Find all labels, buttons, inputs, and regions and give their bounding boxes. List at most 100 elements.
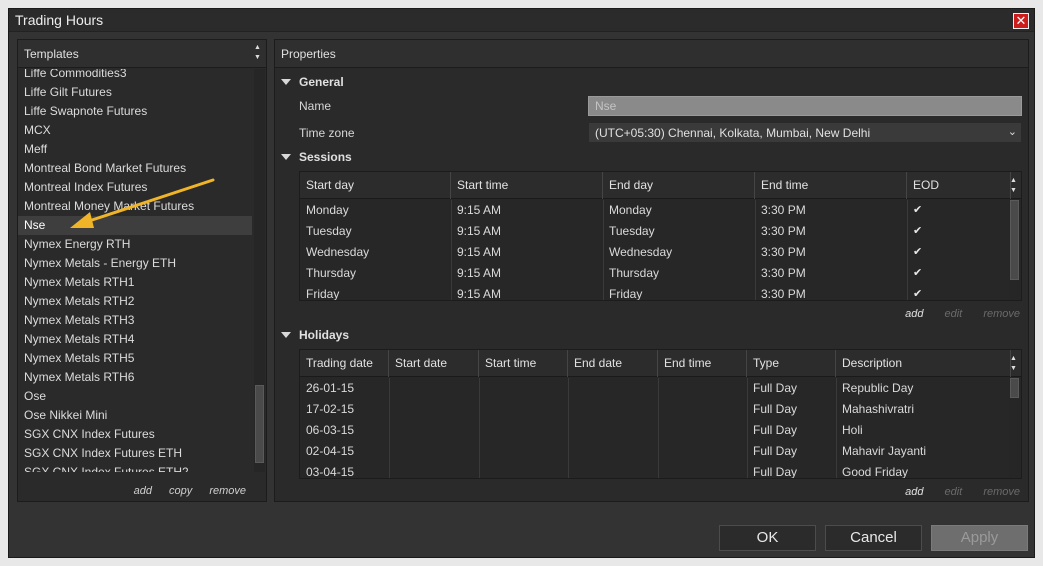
session-remove-button[interactable]: remove [983,308,1020,320]
template-item[interactable]: Liffe Commodities3 [18,69,252,83]
holiday-remove-button[interactable]: remove [983,486,1020,498]
table-cell: 06-03-15 [306,423,355,437]
timezone-select[interactable]: (UTC+05:30) Chennai, Kolkata, Mumbai, Ne… [588,122,1022,143]
sessions-actions: add edit remove [887,308,1020,320]
template-item[interactable]: MCX [18,121,252,140]
sessions-scrollbar[interactable] [1009,200,1020,300]
column-header[interactable]: Start date [389,350,479,377]
column-header[interactable]: End date [568,350,658,377]
template-remove-button[interactable]: remove [209,485,246,497]
arrow-down-icon[interactable]: ▼ [252,53,263,63]
checkmark-icon[interactable]: ✔ [907,242,922,263]
table-cell: Monday [306,203,349,217]
session-edit-button[interactable]: edit [945,308,963,320]
table-cell: Thursday [609,266,660,280]
name-input[interactable]: Nse [588,96,1022,116]
cancel-button[interactable]: Cancel [825,525,922,551]
sessions-sort-arrows[interactable]: ▲ ▼ [1008,176,1019,196]
table-cell: Good Friday [842,465,909,479]
sessions-scroll-thumb[interactable] [1010,200,1019,280]
template-item[interactable]: Montreal Bond Market Futures [18,159,252,178]
holidays-actions: add edit remove [887,486,1020,498]
column-header[interactable]: Start time [451,172,603,199]
template-item[interactable]: Montreal Money Market Futures [18,197,252,216]
ok-button[interactable]: OK [719,525,816,551]
arrow-up-icon[interactable]: ▲ [1008,176,1019,186]
templates-list[interactable]: Liffe Commodities3 Liffe Gilt Futures Liff… [18,69,252,472]
checkmark-icon[interactable]: ✔ [907,263,922,284]
column-header[interactable]: End day [603,172,755,199]
sessions-section-toggle[interactable]: Sessions [281,150,352,164]
column-header[interactable]: End time [658,350,747,377]
templates-scroll-thumb[interactable] [255,385,264,463]
apply-button[interactable]: Apply [931,525,1028,551]
checkmark-icon[interactable]: ✔ [907,200,922,221]
column-header[interactable]: EOD [907,172,1011,199]
holidays-scroll-thumb[interactable] [1010,378,1019,398]
general-section-toggle[interactable]: General [281,75,344,89]
template-item[interactable]: Liffe Gilt Futures [18,83,252,102]
template-item[interactable]: Montreal Index Futures [18,178,252,197]
template-item[interactable]: Nymex Metals - Energy ETH [18,254,252,273]
holidays-grid[interactable]: Trading date Start date Start time End date… [299,349,1022,479]
chevron-down-icon[interactable]: ⌄ [1008,125,1017,138]
table-cell: 3:30 PM [761,287,806,301]
holidays-scrollbar[interactable] [1009,378,1020,478]
template-item[interactable]: Nymex Metals RTH5 [18,349,252,368]
column-divider [451,200,452,300]
template-add-button[interactable]: add [134,485,152,497]
template-item[interactable]: Nymex Metals RTH6 [18,368,252,387]
column-divider [907,200,908,300]
session-add-button[interactable]: add [905,308,923,320]
arrow-down-icon[interactable]: ▼ [1008,186,1019,196]
column-header[interactable]: End time [755,172,907,199]
column-header[interactable]: Start day [300,172,451,199]
sessions-grid[interactable]: Start day Start time End day End time EOD Mo… [299,171,1022,301]
table-cell: 17-02-15 [306,402,355,416]
table-cell: Friday [609,287,643,301]
table-row[interactable]: 06-03-15 Full Day Holi [300,420,1021,441]
template-item[interactable]: Nse [18,216,252,235]
table-row[interactable]: Monday 9:15 AM Monday 3:30 PM ✔ [300,200,1021,221]
template-item[interactable]: Nymex Metals RTH4 [18,330,252,349]
template-item[interactable]: Liffe Swapnote Futures [18,102,252,121]
table-cell: 3:30 PM [761,224,806,238]
template-item[interactable]: SGX CNX Index Futures ETH [18,444,252,463]
table-cell: 26-01-15 [306,381,355,395]
holiday-edit-button[interactable]: edit [945,486,963,498]
template-item[interactable]: Nymex Energy RTH [18,235,252,254]
holidays-sort-arrows[interactable]: ▲ ▼ [1008,354,1019,374]
templates-sort-arrows[interactable]: ▲ ▼ [252,43,263,63]
table-row[interactable]: 26-01-15 Full Day Republic Day [300,378,1021,399]
template-item[interactable]: Ose [18,387,252,406]
template-item[interactable]: Nymex Metals RTH3 [18,311,252,330]
table-row[interactable]: Thursday 9:15 AM Thursday 3:30 PM ✔ [300,263,1021,284]
column-header[interactable]: Type [747,350,836,377]
column-header[interactable]: Trading date [300,350,389,377]
template-item[interactable]: Ose Nikkei Mini [18,406,252,425]
column-header[interactable]: Description [836,350,1011,377]
template-item[interactable]: Meff [18,140,252,159]
template-copy-button[interactable]: copy [169,485,192,497]
table-row[interactable]: 17-02-15 Full Day Mahashivratri [300,399,1021,420]
checkmark-icon[interactable]: ✔ [907,221,922,242]
column-header[interactable]: Start time [479,350,568,377]
checkmark-icon[interactable]: ✔ [907,284,922,300]
table-row[interactable]: 02-04-15 Full Day Mahavir Jayanti [300,441,1021,462]
table-row[interactable]: Tuesday 9:15 AM Tuesday 3:30 PM ✔ [300,221,1021,242]
template-item[interactable]: Nymex Metals RTH2 [18,292,252,311]
template-item[interactable]: SGX CNX Index Futures ETH2 [18,463,252,472]
table-row[interactable]: Friday 9:15 AM Friday 3:30 PM ✔ [300,284,1021,301]
holidays-section-toggle[interactable]: Holidays [281,328,349,342]
arrow-up-icon[interactable]: ▲ [252,43,263,53]
close-icon[interactable]: ✕ [1013,13,1029,29]
arrow-up-icon[interactable]: ▲ [1008,354,1019,364]
holiday-add-button[interactable]: add [905,486,923,498]
template-item[interactable]: Nymex Metals RTH1 [18,273,252,292]
table-row[interactable]: Wednesday 9:15 AM Wednesday 3:30 PM ✔ [300,242,1021,263]
column-divider [479,378,480,478]
template-item[interactable]: SGX CNX Index Futures [18,425,252,444]
templates-scrollbar[interactable] [254,69,265,472]
arrow-down-icon[interactable]: ▼ [1008,364,1019,374]
table-row[interactable]: 03-04-15 Full Day Good Friday [300,462,1021,479]
